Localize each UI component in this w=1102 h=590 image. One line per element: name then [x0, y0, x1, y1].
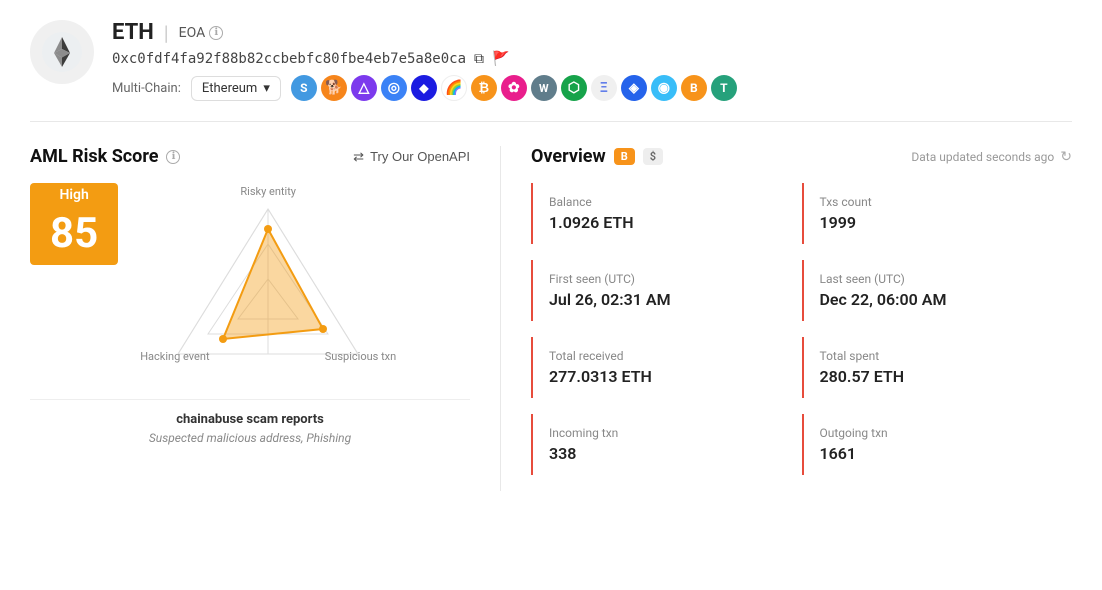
stat-incoming-txn-label: Incoming txn	[549, 426, 786, 440]
stat-last-seen: Last seen (UTC) Dec 22, 06:00 AM	[802, 260, 1073, 321]
stat-total-received: Total received 277.0313 ETH	[531, 337, 802, 398]
chain-icons-list: S 🐕 △ ◎ ◆ 🌈 ₿ ✿ W ⬡ Ξ ◈ ◉ B T	[291, 75, 737, 101]
try-api-button[interactable]: ⇄ Try Our OpenAPI	[353, 149, 470, 165]
chain-icon-2[interactable]: △	[351, 75, 377, 101]
selected-chain: Ethereum	[202, 81, 257, 96]
scam-report-subtitle: Suspected malicious address, Phishing	[30, 431, 470, 445]
wallet-address: 0xc0fdf4fa92f88b82ccbebfc80fbe4eb7e5a8e0…	[112, 51, 466, 67]
stat-balance: Balance 1.0926 ETH	[531, 183, 802, 244]
stat-txs-count: Txs count 1999	[802, 183, 1073, 244]
header-info: ETH | EOA ℹ 0xc0fdf4fa92f88b82ccbebfc80f…	[112, 20, 1072, 101]
stat-txs-count-label: Txs count	[820, 195, 1057, 209]
try-api-icon: ⇄	[353, 149, 364, 165]
chain-icon-13[interactable]: B	[681, 75, 707, 101]
radar-label-bottom-left: Hacking event	[140, 350, 209, 363]
stat-outgoing-txn-label: Outgoing txn	[820, 426, 1057, 440]
main-content: AML Risk Score ℹ ⇄ Try Our OpenAPI High …	[30, 146, 1072, 491]
stat-balance-label: Balance	[549, 195, 786, 209]
aml-footer: chainabuse scam reports Suspected malici…	[30, 399, 470, 445]
stats-grid: Balance 1.0926 ETH Txs count 1999 First …	[531, 183, 1072, 491]
eth-logo	[30, 20, 94, 84]
aml-header: AML Risk Score ℹ ⇄ Try Our OpenAPI	[30, 146, 470, 167]
eoa-info-icon[interactable]: ℹ	[209, 26, 223, 40]
stat-total-spent-value: 280.57 ETH	[820, 367, 1057, 386]
aml-info-icon[interactable]: ℹ	[166, 150, 180, 164]
dropdown-arrow: ▾	[263, 81, 270, 96]
risk-score-number: 85	[30, 207, 118, 265]
chain-icon-7[interactable]: ✿	[501, 75, 527, 101]
stat-total-spent: Total spent 280.57 ETH	[802, 337, 1073, 398]
stat-total-received-value: 277.0313 ETH	[549, 367, 786, 386]
multichain-label: Multi-Chain:	[112, 81, 181, 96]
stat-total-received-label: Total received	[549, 349, 786, 363]
header-title: ETH | EOA ℹ	[112, 20, 1072, 45]
chain-icon-14[interactable]: T	[711, 75, 737, 101]
page-header: ETH | EOA ℹ 0xc0fdf4fa92f88b82ccbebfc80f…	[30, 20, 1072, 122]
scam-report-title: chainabuse scam reports	[30, 412, 470, 427]
flag-icon[interactable]: 🚩	[492, 51, 509, 67]
stat-first-seen: First seen (UTC) Jul 26, 02:31 AM	[531, 260, 802, 321]
chain-icon-3[interactable]: ◎	[381, 75, 407, 101]
chain-icon-4[interactable]: ◆	[411, 75, 437, 101]
aml-section: AML Risk Score ℹ ⇄ Try Our OpenAPI High …	[30, 146, 470, 491]
btc-toggle[interactable]: B	[614, 148, 635, 165]
radar-label-top: Risky entity	[240, 185, 296, 198]
stat-incoming-txn: Incoming txn 338	[531, 414, 802, 475]
refresh-icon[interactable]: ↻	[1060, 149, 1072, 165]
stat-balance-value: 1.0926 ETH	[549, 213, 786, 232]
stat-first-seen-label: First seen (UTC)	[549, 272, 786, 286]
chain-icon-0[interactable]: S	[291, 75, 317, 101]
chain-select-dropdown[interactable]: Ethereum ▾	[191, 76, 281, 101]
eoa-badge: EOA ℹ	[179, 25, 224, 41]
chain-icon-11[interactable]: ◈	[621, 75, 647, 101]
coin-name: ETH	[112, 20, 154, 45]
vertical-divider	[500, 146, 501, 491]
try-api-label: Try Our OpenAPI	[370, 149, 470, 164]
chain-icon-5[interactable]: 🌈	[441, 75, 467, 101]
chain-icon-1[interactable]: 🐕	[321, 75, 347, 101]
chain-icon-6[interactable]: ₿	[471, 75, 497, 101]
stat-first-seen-value: Jul 26, 02:31 AM	[549, 290, 786, 309]
risk-level-label: High	[30, 183, 118, 207]
title-divider: |	[164, 21, 169, 45]
stat-incoming-txn-value: 338	[549, 444, 786, 463]
radar-label-bottom-right: Suspicious txn	[325, 350, 396, 363]
multichain-row: Multi-Chain: Ethereum ▾ S 🐕 △ ◎ ◆ 🌈 ₿ ✿ …	[112, 75, 1072, 101]
stat-outgoing-txn: Outgoing txn 1661	[802, 414, 1073, 475]
chain-icon-12[interactable]: ◉	[651, 75, 677, 101]
stat-outgoing-txn-value: 1661	[820, 444, 1057, 463]
copy-icon[interactable]: ⧉	[474, 51, 484, 67]
overview-title: Overview	[531, 146, 606, 167]
stat-last-seen-label: Last seen (UTC)	[820, 272, 1057, 286]
data-updated-text: Data updated seconds ago	[911, 150, 1054, 164]
overview-title-row: Overview B $	[531, 146, 663, 167]
overview-header: Overview B $ Data updated seconds ago ↻	[531, 146, 1072, 167]
stat-last-seen-value: Dec 22, 06:00 AM	[820, 290, 1057, 309]
chain-icon-10[interactable]: Ξ	[591, 75, 617, 101]
risk-score-box: High 85	[30, 183, 118, 265]
address-row: 0xc0fdf4fa92f88b82ccbebfc80fbe4eb7e5a8e0…	[112, 51, 1072, 67]
aml-body: High 85 Risky entity	[30, 183, 470, 383]
overview-section: Overview B $ Data updated seconds ago ↻ …	[531, 146, 1072, 491]
aml-title: AML Risk Score	[30, 146, 158, 167]
stat-txs-count-value: 1999	[820, 213, 1057, 232]
stat-total-spent-label: Total spent	[820, 349, 1057, 363]
data-updated-row: Data updated seconds ago ↻	[911, 149, 1072, 165]
chain-icon-9[interactable]: ⬡	[561, 75, 587, 101]
coin-type: EOA	[179, 25, 206, 41]
chain-icon-8[interactable]: W	[531, 75, 557, 101]
usd-toggle[interactable]: $	[643, 148, 663, 165]
radar-chart: Risky entity	[138, 183, 398, 383]
